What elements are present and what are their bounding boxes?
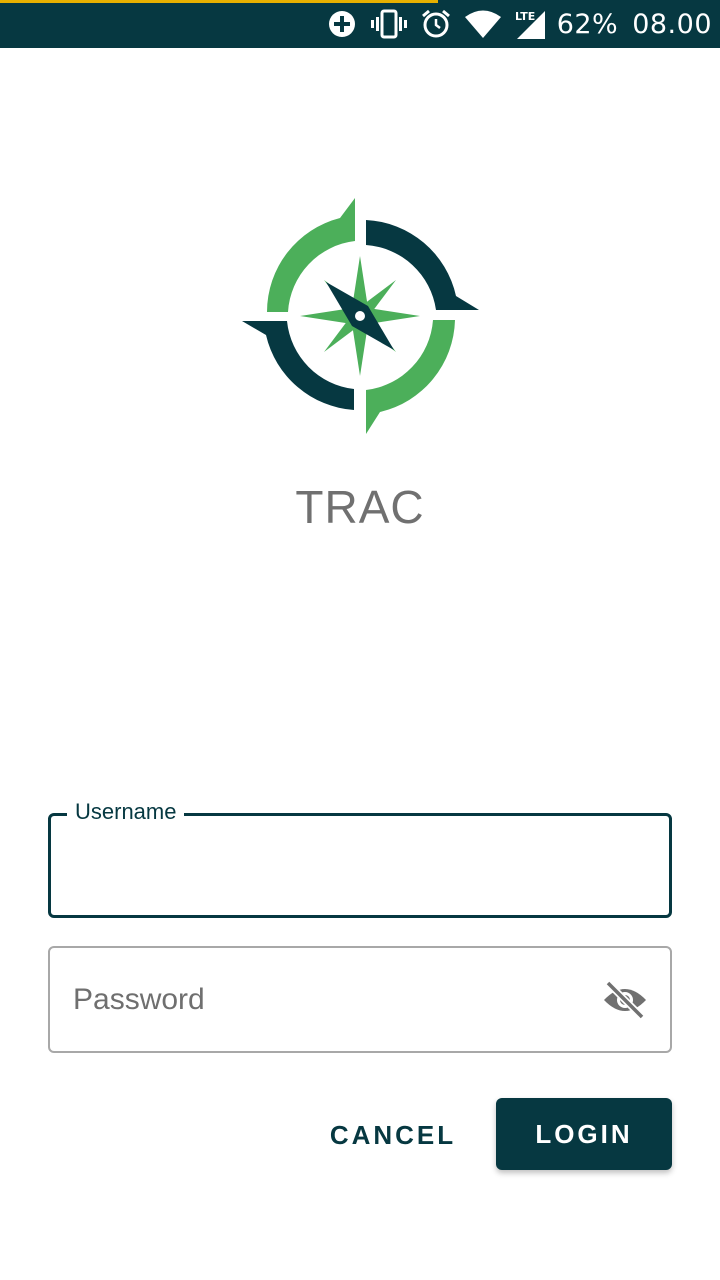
status-bar: LTE 62% 08.00	[0, 0, 720, 48]
vibrate-icon	[370, 9, 407, 39]
status-icons: LTE 62% 08.00	[327, 0, 712, 48]
data-saver-icon	[327, 9, 357, 39]
cancel-button[interactable]: CANCEL	[316, 1100, 470, 1170]
password-input[interactable]	[73, 948, 590, 1051]
status-time: 08.00	[632, 8, 712, 40]
app-name: TRAC	[295, 481, 425, 533]
username-field[interactable]: Username	[48, 799, 672, 918]
visibility-off-icon[interactable]	[602, 980, 648, 1020]
battery-percent: 62%	[556, 8, 619, 40]
compass-logo	[240, 196, 480, 436]
wifi-icon	[464, 10, 501, 38]
alarm-icon	[421, 9, 451, 39]
lte-signal-icon: LTE	[515, 9, 545, 39]
login-button[interactable]: LOGIN	[496, 1098, 672, 1170]
username-input[interactable]	[73, 816, 589, 915]
lte-label: LTE	[515, 10, 535, 23]
password-field[interactable]	[48, 946, 672, 1053]
